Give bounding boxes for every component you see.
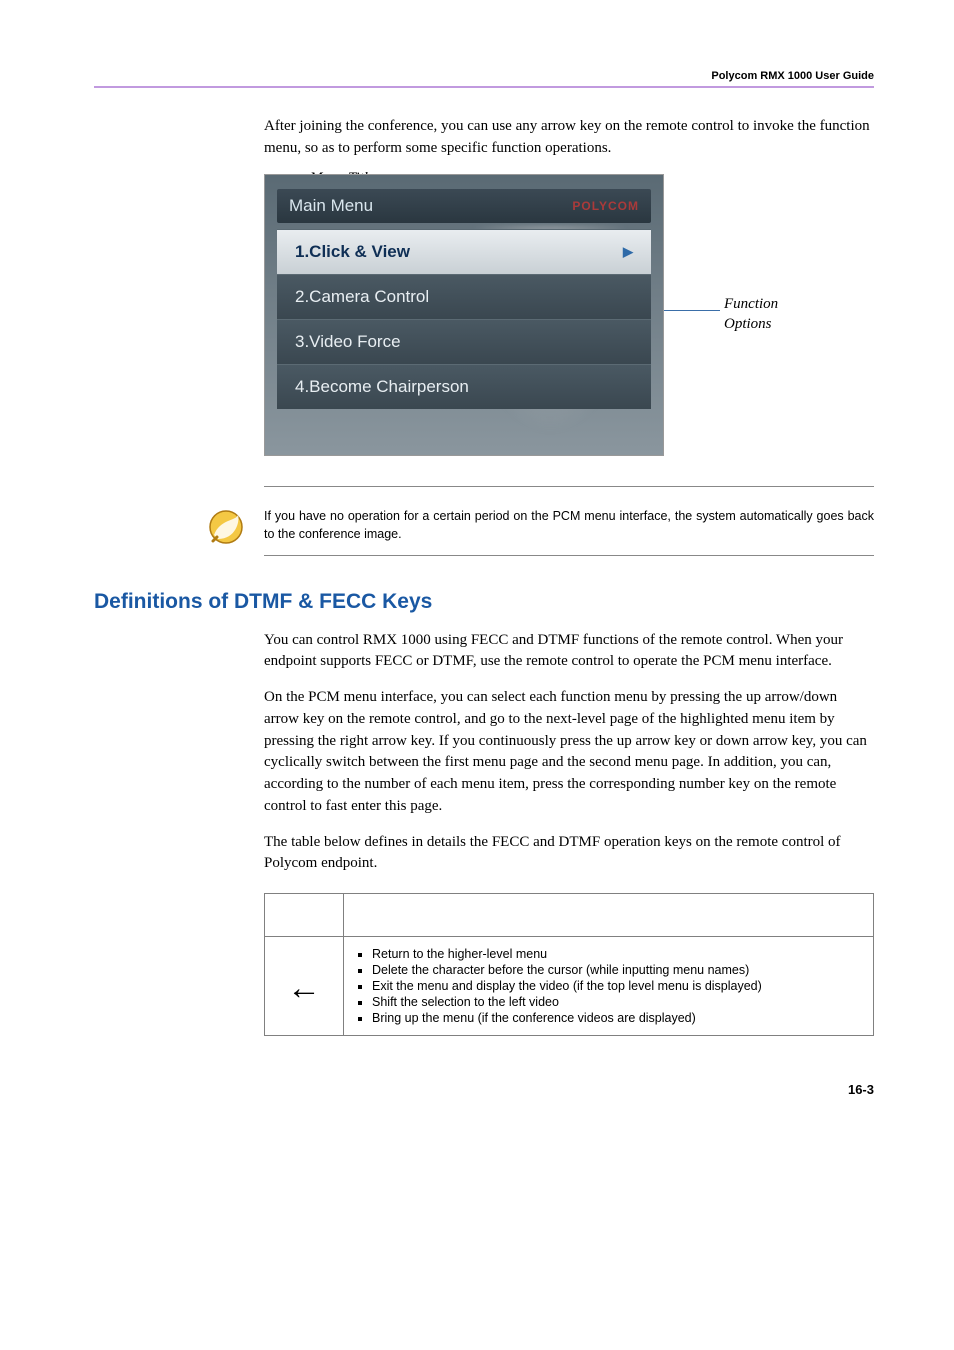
left-arrow-icon: ←	[275, 945, 333, 1005]
callout-line-horizontal	[664, 310, 720, 311]
label-function-options: Function Options	[724, 294, 778, 335]
func-cell: Return to the higher-level menu Delete t…	[344, 937, 874, 1036]
table-row: ← Return to the higher-level menu Delete…	[265, 937, 874, 1036]
section-heading-dtmf-fecc: Definitions of DTMF & FECC Keys	[94, 590, 874, 614]
note-text: If you have no operation for a certain p…	[264, 507, 874, 545]
figure: Menu Title Main Menu POLYCOM 1.Click & V…	[264, 174, 874, 456]
label-function-options-line2: Options	[724, 316, 772, 332]
table-header-key	[265, 894, 344, 937]
table-header-row	[265, 894, 874, 937]
section-p2: On the PCM menu interface, you can selec…	[264, 687, 874, 818]
section-p3: The table below defines in details the F…	[264, 832, 874, 876]
note-separator-bottom	[264, 555, 874, 556]
list-item: Bring up the menu (if the conference vid…	[372, 1011, 863, 1025]
fecc-dtmf-table: ← Return to the higher-level menu Delete…	[264, 893, 874, 1036]
polycom-logo: POLYCOM	[572, 199, 639, 213]
menu-item-label: 2.Camera Control	[295, 287, 429, 307]
label-function-options-line1: Function	[724, 296, 778, 312]
note-separator-top	[264, 486, 874, 487]
screenshot-title: Main Menu	[289, 196, 373, 216]
key-cell-left-arrow: ←	[265, 937, 344, 1036]
running-header: Polycom RMX 1000 User Guide	[94, 70, 874, 82]
section-p1: You can control RMX 1000 using FECC and …	[264, 630, 874, 674]
screenshot-menu-items: 1.Click & View ▶ 2.Camera Control 3.Vide…	[277, 229, 651, 409]
list-item: Shift the selection to the left video	[372, 995, 863, 1009]
submenu-arrow-icon: ▶	[623, 244, 633, 260]
menu-item-label: 1.Click & View	[295, 242, 410, 262]
func-list: Return to the higher-level menu Delete t…	[354, 947, 863, 1025]
list-item: Return to the higher-level menu	[372, 947, 863, 961]
menu-item-become-chairperson: 4.Become Chairperson	[277, 364, 651, 409]
header-rule	[94, 86, 874, 88]
menu-item-video-force: 3.Video Force	[277, 319, 651, 364]
intro-paragraph: After joining the conference, you can us…	[264, 116, 874, 160]
menu-item-label: 3.Video Force	[295, 332, 401, 352]
table-header-func	[344, 894, 874, 937]
note-row: If you have no operation for a certain p…	[264, 507, 874, 547]
screenshot-main-menu: Main Menu POLYCOM 1.Click & View ▶ 2.Cam…	[264, 174, 664, 456]
list-item: Exit the menu and display the video (if …	[372, 979, 863, 993]
menu-item-camera-control: 2.Camera Control	[277, 274, 651, 319]
menu-item-label: 4.Become Chairperson	[295, 377, 469, 397]
list-item: Delete the character before the cursor (…	[372, 963, 863, 977]
page-number: 16-3	[94, 1082, 874, 1097]
note-icon	[206, 507, 246, 547]
menu-item-click-view: 1.Click & View ▶	[277, 229, 651, 274]
screenshot-title-bar: Main Menu POLYCOM	[277, 189, 651, 223]
